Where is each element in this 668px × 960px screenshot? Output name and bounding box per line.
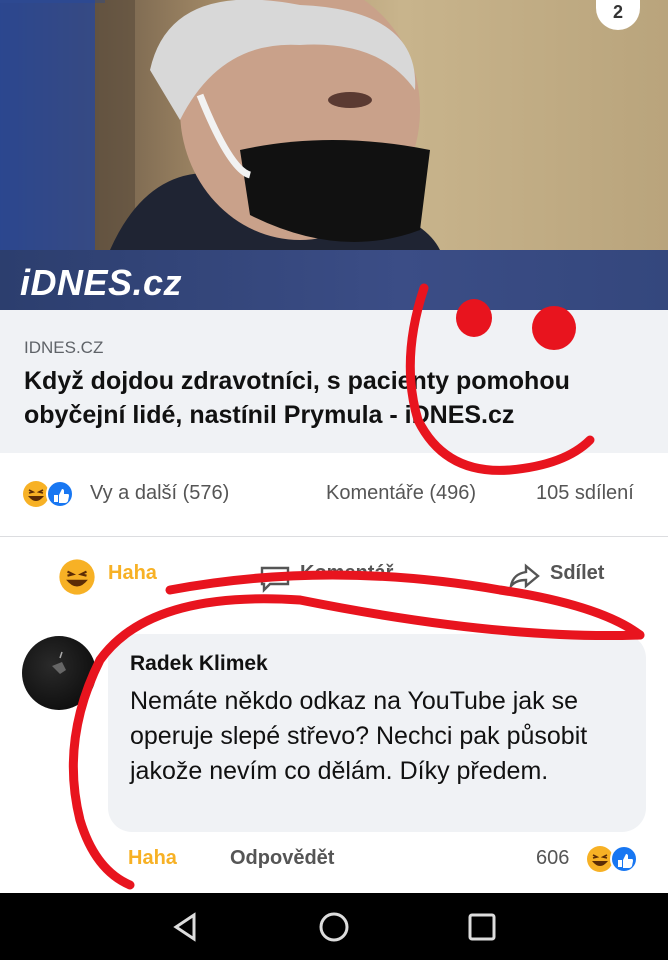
link-title[interactable]: Když dojdou zdravotníci, s pacienty pomo…: [24, 364, 644, 432]
comment-bubble[interactable]: Radek Klimek Nemáte někdo odkaz na YouTu…: [108, 634, 646, 832]
haha-button[interactable]: Haha: [108, 562, 157, 585]
haha-icon: [59, 559, 95, 595]
recents-icon[interactable]: [466, 911, 498, 943]
post-stats: Vy a další (576) Komentáře (496) 105 sdí…: [0, 468, 668, 518]
avatar-image: [52, 651, 66, 674]
android-navbar: [0, 893, 668, 960]
link-preview-card[interactable]: IDNES.CZ Když dojdou zdravotníci, s paci…: [0, 310, 668, 453]
haha-reaction-icon: [23, 481, 49, 507]
comment-button[interactable]: Komentář: [300, 562, 393, 585]
comment-actions: Haha Odpovědět 606: [0, 845, 668, 885]
action-bar: Haha Komentář Sdílet: [0, 548, 668, 608]
stats-divider: [0, 536, 668, 537]
comment-haha-button[interactable]: Haha: [128, 847, 177, 870]
link-domain: IDNES.CZ: [24, 338, 104, 357]
article-photo[interactable]: iDNES.cz 2: [0, 0, 668, 310]
reactions-count[interactable]: Vy a další (576): [90, 482, 229, 505]
share-button[interactable]: Sdílet: [550, 562, 604, 585]
share-icon: [509, 563, 540, 591]
reaction-icons[interactable]: [22, 480, 82, 508]
avatar[interactable]: [22, 636, 96, 710]
comment: Radek Klimek Nemáte někdo odkaz na YouTu…: [0, 630, 668, 880]
comment-reaction-icons[interactable]: [586, 845, 646, 873]
comment-text: Nemáte někdo odkaz na YouTube jak se ope…: [130, 687, 588, 785]
comment-author[interactable]: Radek Klimek: [130, 652, 268, 676]
back-icon[interactable]: [170, 911, 202, 943]
comment-icon: [260, 566, 290, 593]
idnes-logo: iDNES.cz: [20, 262, 183, 303]
home-icon[interactable]: [318, 911, 350, 943]
reply-button[interactable]: Odpovědět: [230, 847, 334, 870]
comments-count[interactable]: Komentáře (496): [326, 482, 476, 505]
comment-reaction-count[interactable]: 606: [536, 847, 569, 870]
shares-count[interactable]: 105 sdílení: [536, 482, 634, 505]
photo-illustration: [0, 0, 440, 250]
